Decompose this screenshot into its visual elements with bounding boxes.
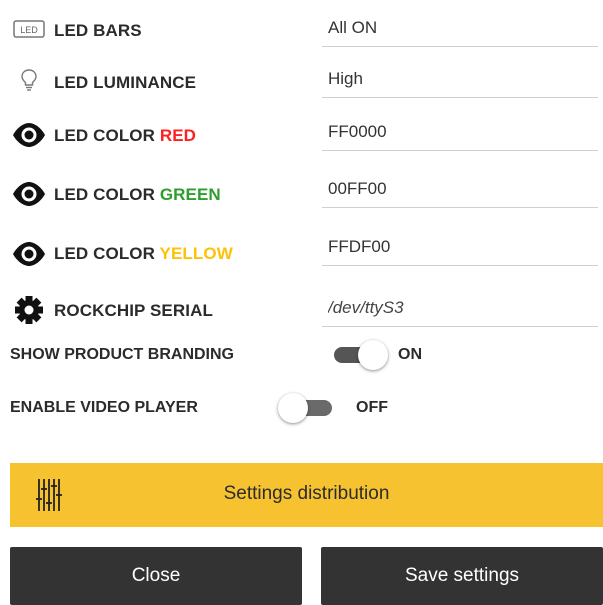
rockchip-serial-field[interactable]: [322, 292, 598, 327]
switch-knob: [358, 340, 388, 370]
setting-label: LED BARS: [54, 21, 142, 41]
video-switch[interactable]: [278, 393, 336, 423]
setting-label: ROCKCHIP SERIAL: [54, 301, 213, 321]
rockchip-serial-input[interactable]: [328, 296, 588, 320]
switch-knob: [278, 393, 308, 423]
eye-icon[interactable]: [12, 179, 46, 209]
toggle-row-video: ENABLE VIDEO PLAYER OFF: [0, 393, 603, 425]
setting-row-led-luminance: LED LUMINANCE: [0, 63, 603, 103]
setting-label: LED LUMINANCE: [54, 73, 196, 93]
led-bars-field[interactable]: [322, 12, 598, 47]
close-button[interactable]: Close: [10, 547, 302, 605]
branding-state: ON: [398, 346, 422, 363]
setting-label: LED COLOR YELLOW: [54, 244, 233, 264]
setting-label-text: LED COLOR: [54, 185, 160, 204]
led-color-red-field[interactable]: [322, 116, 598, 151]
setting-row-led-bars: LED LED BARS: [0, 12, 603, 52]
setting-label-text: LED BARS: [54, 21, 142, 40]
branding-switch[interactable]: [330, 340, 388, 370]
color-accent-red: RED: [159, 126, 197, 145]
led-color-red-input[interactable]: [328, 120, 588, 144]
led-luminance-input[interactable]: [328, 67, 588, 91]
save-settings-button[interactable]: Save settings: [321, 547, 603, 605]
eye-icon[interactable]: [12, 239, 46, 269]
eye-icon[interactable]: [12, 120, 46, 150]
gear-icon: [12, 294, 46, 326]
led-color-yellow-field[interactable]: [322, 231, 598, 266]
color-accent-green: GREEN: [159, 185, 221, 204]
toggle-row-branding: SHOW PRODUCT BRANDING ON: [0, 340, 603, 372]
led-luminance-field[interactable]: [322, 63, 598, 98]
led-color-green-input[interactable]: [328, 177, 588, 201]
led-bars-input[interactable]: [328, 16, 588, 40]
setting-row-led-color-red: LED COLOR RED: [0, 116, 603, 156]
led-color-yellow-input[interactable]: [328, 235, 588, 259]
settings-distribution-label: Settings distribution: [223, 483, 390, 504]
setting-label: LED COLOR RED: [54, 126, 196, 146]
setting-label-text: LED LUMINANCE: [54, 73, 197, 92]
setting-row-led-color-yellow: LED COLOR YELLOW: [0, 231, 603, 271]
toggle-label-video: ENABLE VIDEO PLAYER: [10, 399, 198, 416]
video-state: OFF: [356, 399, 388, 416]
settings-distribution-button[interactable]: Settings distribution: [10, 463, 603, 527]
color-accent-yellow: YELLOW: [159, 244, 233, 263]
setting-label-text: LED COLOR: [54, 126, 160, 145]
setting-row-led-color-green: LED COLOR GREEN: [0, 173, 603, 213]
setting-row-rockchip-serial: ROCKCHIP SERIAL: [0, 292, 603, 332]
lightbulb-icon: [12, 67, 46, 93]
setting-label-text: ROCKCHIP SERIAL: [54, 301, 213, 320]
setting-label-text: LED COLOR: [54, 244, 160, 263]
svg-text:LED: LED: [20, 25, 38, 35]
led-badge-icon: LED: [12, 18, 46, 40]
led-color-green-field[interactable]: [322, 173, 598, 208]
setting-label: LED COLOR GREEN: [54, 185, 221, 205]
toggle-label-branding: SHOW PRODUCT BRANDING: [10, 346, 234, 363]
